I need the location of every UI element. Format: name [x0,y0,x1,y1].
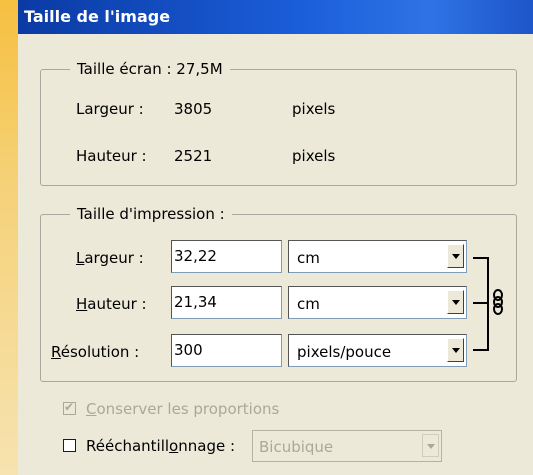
resample-method-value: Bicubique [259,438,334,456]
pixel-height-value: 2521 [174,147,213,165]
resample-method-select[interactable]: Bicubique [252,430,442,462]
dialog-title-bar: Taille de l'image [18,0,533,34]
resolution-label-mnemonic: R [51,343,61,361]
print-width-unit-select[interactable]: cm [288,240,467,273]
pixel-dimensions-group [40,69,517,186]
print-height-label: Hauteur : [76,295,147,313]
chain-link-icon-svg [493,289,503,315]
resample-label-b: nnage : [178,437,236,455]
resolution-label: Résolution : [51,343,139,361]
print-width-label: Largeur : [76,249,144,267]
print-height-input[interactable]: 21,34 [171,286,282,319]
constrain-label-mnemonic: C [86,400,97,418]
dialog-title: Taille de l'image [24,7,171,26]
link-bracket-bottom [473,349,489,351]
constrain-proportions-label: Conserver les proportions [86,400,279,418]
print-height-unit-value: cm [297,295,320,313]
pixel-dimensions-legend: Taille écran : 27,5M [70,60,230,78]
chevron-down-icon[interactable] [422,434,439,457]
print-height-unit-select[interactable]: cm [288,286,467,319]
resolution-unit-value: pixels/pouce [297,343,392,361]
print-width-unit-value: cm [297,249,320,267]
resample-checkbox[interactable] [63,439,76,452]
print-height-label-mnemonic: H [76,295,88,313]
chain-link-icon[interactable] [492,289,504,315]
chevron-down-icon[interactable] [447,244,464,268]
resample-label-a: Rééchantill [86,437,170,455]
print-width-label-text: argeur : [84,249,144,267]
image-size-dialog: Taille de l'image Taille écran : 27,5M L… [18,0,533,475]
pixel-width-unit: pixels [292,100,336,118]
pixel-width-value: 3805 [174,100,213,118]
resample-label: Rééchantillonnage : [86,437,235,455]
resample-label-mnemonic: o [169,437,179,455]
pixel-height-unit: pixels [292,147,336,165]
chevron-down-icon[interactable] [447,338,464,362]
print-width-input[interactable]: 32,22 [171,240,282,273]
chevron-down-icon[interactable] [447,290,464,314]
constrain-proportions-checkbox[interactable] [63,400,76,415]
pixel-height-label: Hauteur : [76,147,147,165]
print-size-legend: Taille d'impression : [70,205,232,223]
resolution-unit-select[interactable]: pixels/pouce [288,334,467,367]
resolution-input[interactable]: 300 [171,334,282,367]
print-height-label-text: auteur : [87,295,147,313]
resolution-label-text: ésolution : [60,343,140,361]
link-bracket-middle [473,302,489,304]
link-bracket-vertical [487,257,489,351]
pixel-width-label: Largeur : [76,100,144,118]
constrain-label-text: onserver les proportions [96,400,280,418]
